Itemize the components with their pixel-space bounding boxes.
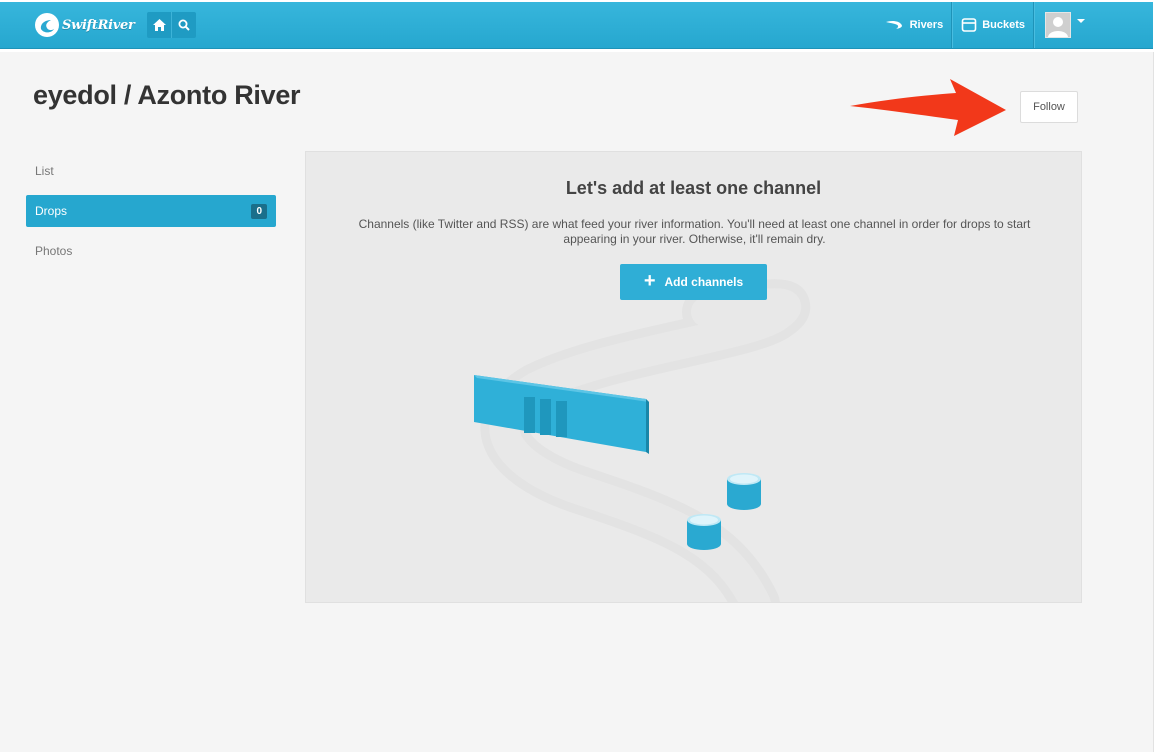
sidebar-item-label: Photos (35, 244, 73, 258)
sidebar: List Drops 0 Photos (26, 155, 276, 275)
search-icon (178, 19, 190, 31)
red-arrow-annotation (850, 79, 1006, 136)
logo[interactable]: SwiftRiver (34, 11, 135, 39)
empty-state-description: Channels (like Twitter and RSS) are what… (358, 217, 1031, 246)
sidebar-item-photos[interactable]: Photos (26, 235, 276, 267)
avatar (1045, 12, 1071, 38)
plus-icon: + (643, 269, 656, 292)
page-title: eyedol / Azonto River (33, 80, 301, 110)
chevron-down-icon (1077, 19, 1085, 23)
page: SwiftRiver Rivers Buckets eyedol / Azont… (0, 0, 1155, 753)
rivers-icon (885, 20, 905, 30)
bucket-icon (961, 18, 977, 32)
nav-rivers-label: Rivers (909, 19, 944, 31)
sidebar-item-list[interactable]: List (26, 155, 276, 187)
top-navbar: SwiftRiver Rivers Buckets (0, 2, 1153, 49)
user-menu[interactable] (1035, 2, 1153, 48)
drops-count-badge: 0 (251, 203, 267, 219)
empty-state-panel: Let's add at least one channel Channels … (305, 151, 1082, 603)
bucket-graphic (687, 514, 721, 550)
add-channels-label: Add channels (664, 275, 744, 289)
follow-button[interactable]: Follow (1020, 91, 1078, 123)
home-icon (152, 19, 166, 31)
empty-state-title: Let's add at least one channel (565, 178, 822, 198)
nav-buckets[interactable]: Buckets (953, 2, 1033, 48)
home-button[interactable] (147, 12, 171, 38)
sidebar-item-label: List (35, 164, 54, 178)
sidebar-item-label: Drops (35, 204, 68, 218)
nav-rivers[interactable]: Rivers (877, 2, 952, 48)
nav-buckets-label: Buckets (982, 19, 1025, 31)
top-nav-right: Rivers Buckets (877, 2, 1153, 48)
sidebar-item-drops[interactable]: Drops 0 (26, 195, 276, 227)
add-channels-button[interactable]: + Add channels (620, 264, 767, 300)
nav-icon-group (147, 12, 196, 38)
swiftriver-logo-icon (35, 13, 59, 37)
user-silhouette-icon (1048, 17, 1068, 37)
logo-text: SwiftRiver (62, 17, 135, 33)
search-button[interactable] (171, 12, 196, 38)
bucket-graphic (727, 473, 761, 510)
